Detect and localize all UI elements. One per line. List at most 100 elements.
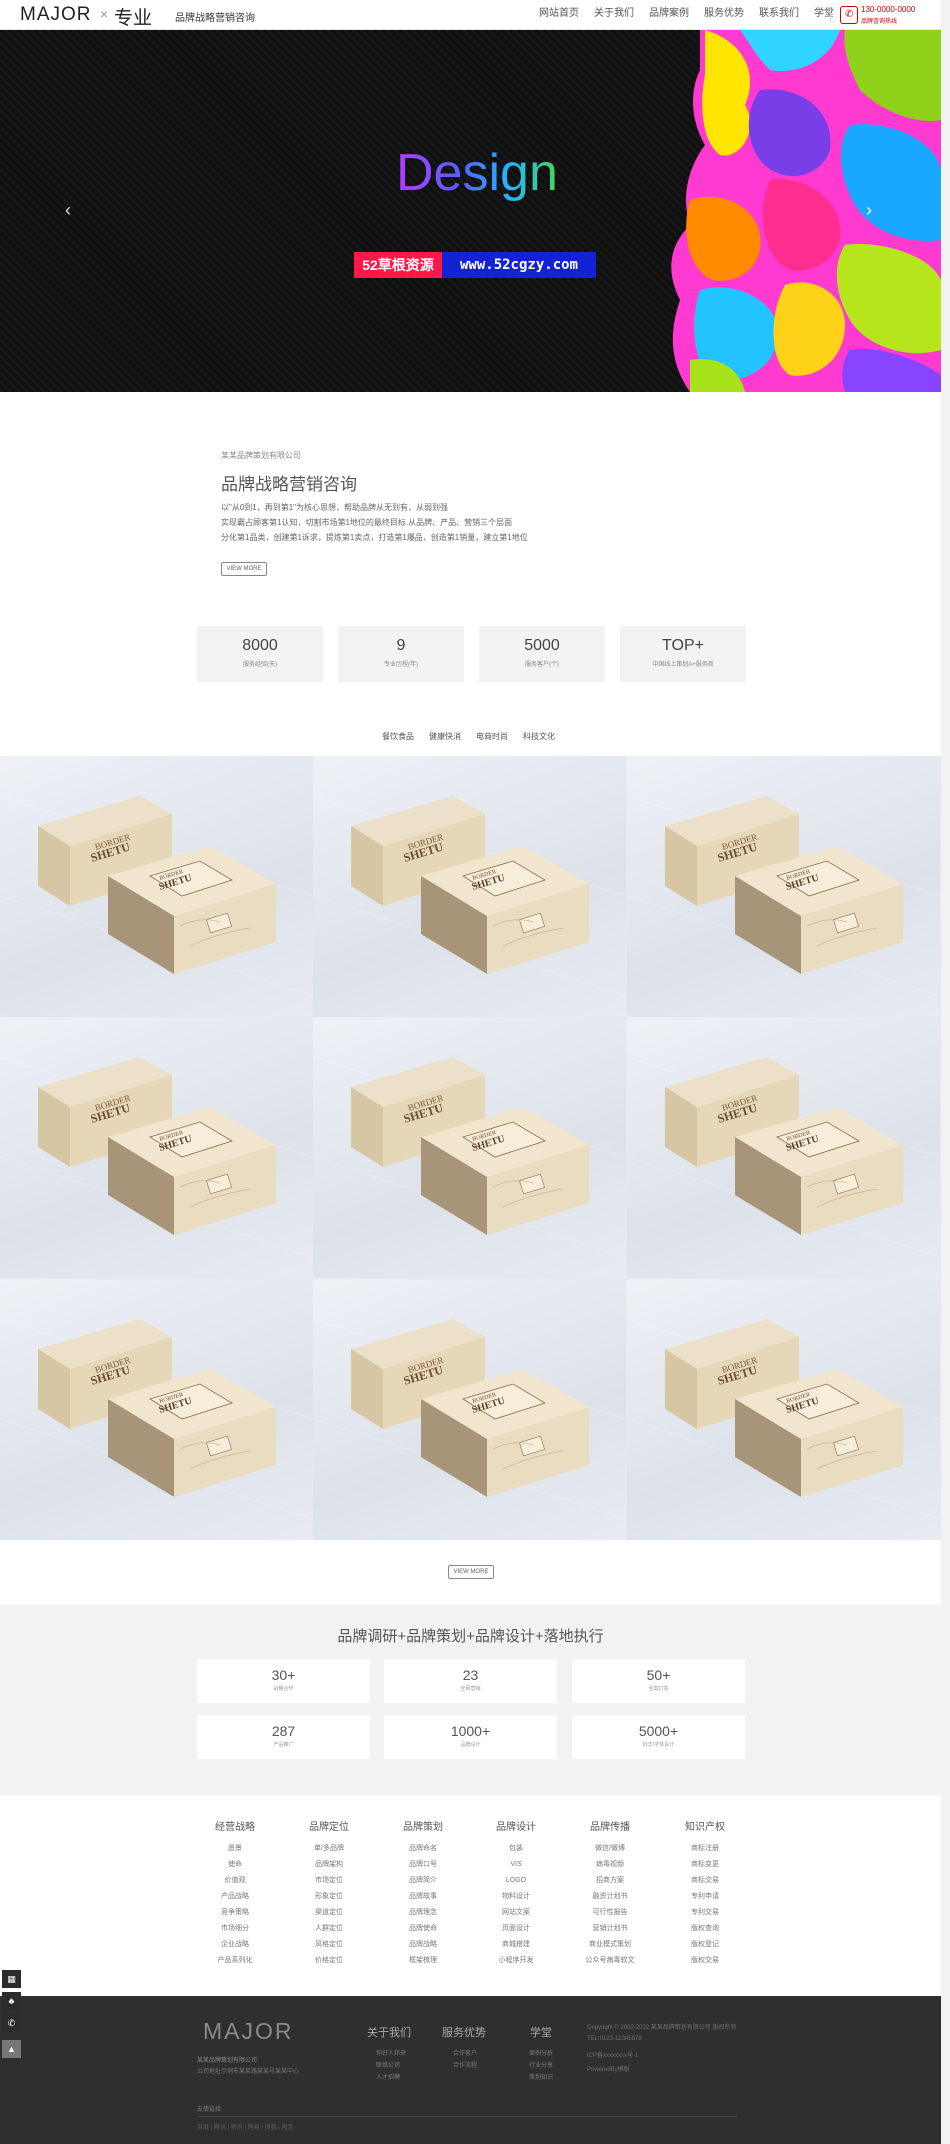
footer-logo[interactable]: MAJOR xyxy=(203,2018,294,2045)
footer-link-item[interactable]: 市场细分 xyxy=(190,1921,280,1937)
footer-link-item[interactable]: VIS xyxy=(471,1857,561,1873)
footer-link-item[interactable]: 品牌口号 xyxy=(378,1857,468,1873)
scrollbar[interactable] xyxy=(941,0,950,2144)
case-card[interactable]: BORDER SHETU BORDER SHETU xyxy=(627,1279,940,1540)
case-card[interactable]: BORDER SHETU BORDER SHETU xyxy=(627,756,940,1017)
footer-link-item[interactable]: 可行性报告 xyxy=(565,1905,655,1921)
footer-link-item[interactable]: 品牌使命 xyxy=(378,1921,468,1937)
back-to-top-icon[interactable]: ▲ xyxy=(2,2040,21,2058)
footer-link[interactable]: 合作客户 xyxy=(453,2048,477,2057)
footer-column-heading[interactable]: 品牌策划 xyxy=(378,1818,468,1833)
case-card[interactable]: BORDER SHETU BORDER SHETU xyxy=(0,756,313,1017)
footer-link-item[interactable]: 竞争策略 xyxy=(190,1905,280,1921)
footer-link-item[interactable]: 品牌命名 xyxy=(378,1841,468,1857)
case-card[interactable]: BORDER SHETU BORDER SHETU xyxy=(0,1279,313,1540)
footer-link-item[interactable]: 网站文案 xyxy=(471,1905,561,1921)
banner-color-shapes xyxy=(671,30,941,392)
footer-link-item[interactable]: 单/多品牌 xyxy=(284,1841,374,1857)
footer-link-item[interactable]: 小程序开发 xyxy=(471,1953,561,1969)
footer-link[interactable]: 人才招聘 xyxy=(376,2072,400,2081)
footer-link-item[interactable]: 版权查询 xyxy=(660,1921,750,1937)
footer-link-item[interactable]: 物料设计 xyxy=(471,1889,561,1905)
footer-link[interactable]: 你好人邦来 xyxy=(376,2048,406,2057)
banner-prev-arrow-icon[interactable]: ‹ xyxy=(65,200,71,221)
footer-link-item[interactable]: 品牌战略 xyxy=(378,1937,468,1953)
footer-link-item[interactable]: 商标交易 xyxy=(660,1873,750,1889)
case-card[interactable]: BORDER SHETU BORDER SHETU xyxy=(627,1017,940,1278)
friend-links[interactable]: 百度 | 腾讯 | 新浪 | 网易 | 搜狐 | 淘宝 xyxy=(197,2122,293,2131)
footer-link-item[interactable]: 病毒视频 xyxy=(565,1857,655,1873)
footer-link-item[interactable]: 商业模式策划 xyxy=(565,1937,655,1953)
footer-link-item[interactable]: 版权登记 xyxy=(660,1937,750,1953)
footer-link-item[interactable]: 品牌简介 xyxy=(378,1873,468,1889)
phone-icon[interactable]: ✆ xyxy=(2,2014,21,2032)
footer-link-item[interactable]: 专利交易 xyxy=(660,1905,750,1921)
footer-col-school[interactable]: 学堂 xyxy=(530,2024,552,2040)
footer-link-item[interactable]: 微信/微博 xyxy=(565,1841,655,1857)
qrcode-icon[interactable]: ▦ xyxy=(2,1970,21,1988)
footer-link-item[interactable]: 风格定位 xyxy=(284,1937,374,1953)
footer-link-item[interactable]: 专利申请 xyxy=(660,1889,750,1905)
nav-school[interactable]: 学堂 xyxy=(814,0,834,30)
footer-link[interactable]: 案例分析 xyxy=(529,2048,553,2057)
footer-link-item[interactable]: 市场定位 xyxy=(284,1873,374,1889)
footer-link-item[interactable]: 商标变更 xyxy=(660,1857,750,1873)
footer-link-item[interactable]: 使命 xyxy=(190,1857,280,1873)
nav-home[interactable]: 网站首页 xyxy=(539,0,579,30)
footer-link[interactable]: 联络公司 xyxy=(376,2060,400,2069)
footer-link-item[interactable]: 人群定位 xyxy=(284,1921,374,1937)
footer-link[interactable]: 行业分享 xyxy=(529,2060,553,2069)
footer-link-item[interactable]: 品牌架构 xyxy=(284,1857,374,1873)
footer-link-item[interactable]: 框架梳理 xyxy=(378,1953,468,1969)
footer-link-item[interactable]: 品牌故事 xyxy=(378,1889,468,1905)
tab-health[interactable]: 健康快消 xyxy=(429,731,461,742)
phone-number[interactable]: 130-0000-0000 xyxy=(861,5,915,14)
footer-link-item[interactable]: LOGO xyxy=(471,1873,561,1889)
footer-link-item[interactable]: 品牌理念 xyxy=(378,1905,468,1921)
site-logo[interactable]: MAJOR xyxy=(20,4,92,26)
footer-link-item[interactable]: 企业战略 xyxy=(190,1937,280,1953)
nav-advantages[interactable]: 服务优势 xyxy=(704,0,744,30)
footer-link-item[interactable]: 页面设计 xyxy=(471,1921,561,1937)
nav-cases[interactable]: 品牌案例 xyxy=(649,0,689,30)
footer-link[interactable]: 合作流程 xyxy=(453,2060,477,2069)
footer-link-item[interactable]: 愿景 xyxy=(190,1841,280,1857)
footer-link-item[interactable]: 价值观 xyxy=(190,1873,280,1889)
case-card[interactable]: BORDER SHETU BORDER SHETU xyxy=(313,1017,626,1278)
footer-link-item[interactable]: 形象定位 xyxy=(284,1889,374,1905)
banner-next-arrow-icon[interactable]: › xyxy=(866,200,872,221)
footer-link-item[interactable]: 渠道定位 xyxy=(284,1905,374,1921)
case-card[interactable]: BORDER SHETU BORDER SHETU xyxy=(313,756,626,1017)
footer-link-item[interactable]: 营销计划书 xyxy=(565,1921,655,1937)
tab-food[interactable]: 餐饮食品 xyxy=(382,731,414,742)
footer-link-item[interactable]: 商标注册 xyxy=(660,1841,750,1857)
case-card[interactable]: BORDER SHETU BORDER SHETU xyxy=(313,1279,626,1540)
footer-column-heading[interactable]: 经营战略 xyxy=(190,1818,280,1833)
footer-col-about[interactable]: 关于我们 xyxy=(367,2024,411,2040)
footer-link-item[interactable]: 包装 xyxy=(471,1841,561,1857)
intro-view-more-button[interactable]: VIEW MORE xyxy=(221,562,267,576)
footer-link-item[interactable]: 价格定位 xyxy=(284,1953,374,1969)
footer-col-advantages[interactable]: 服务优势 xyxy=(442,2024,486,2040)
footer-column-heading[interactable]: 品牌传播 xyxy=(565,1818,655,1833)
tab-ecommerce[interactable]: 电商时尚 xyxy=(476,731,508,742)
footer-link-item[interactable]: 产品系列化 xyxy=(190,1953,280,1969)
footer-link-item[interactable]: 招商方案 xyxy=(565,1873,655,1889)
footer-column-heading[interactable]: 知识产权 xyxy=(660,1818,750,1833)
nav-contact[interactable]: 联系我们 xyxy=(759,0,799,30)
footer-column-heading[interactable]: 品牌定位 xyxy=(284,1818,374,1833)
tab-tech[interactable]: 科技文化 xyxy=(523,731,555,742)
footer-column-heading[interactable]: 品牌设计 xyxy=(471,1818,561,1833)
footer-link[interactable]: 策划知识 xyxy=(529,2072,553,2081)
qq-icon[interactable]: ♣ xyxy=(2,1992,21,2010)
nav-about[interactable]: 关于我们 xyxy=(594,0,634,30)
footer-link-item[interactable]: 公众号病毒软文 xyxy=(565,1953,655,1969)
footer-link-item[interactable]: 商城搭建 xyxy=(471,1937,561,1953)
case-card[interactable]: BORDER SHETU BORDER SHETU xyxy=(0,1017,313,1278)
footer-icp[interactable]: ICP备xxxxxxxx号-1 xyxy=(587,2050,638,2059)
cases-view-more-button[interactable]: VIEW MORE xyxy=(448,1565,494,1579)
footer-link-item[interactable]: 产品战略 xyxy=(190,1889,280,1905)
footer-link-item[interactable]: 版权交易 xyxy=(660,1953,750,1969)
footer-link-item[interactable]: 融资计划书 xyxy=(565,1889,655,1905)
case-thumbnail: BORDER SHETU BORDER SHETU xyxy=(313,1318,626,1520)
